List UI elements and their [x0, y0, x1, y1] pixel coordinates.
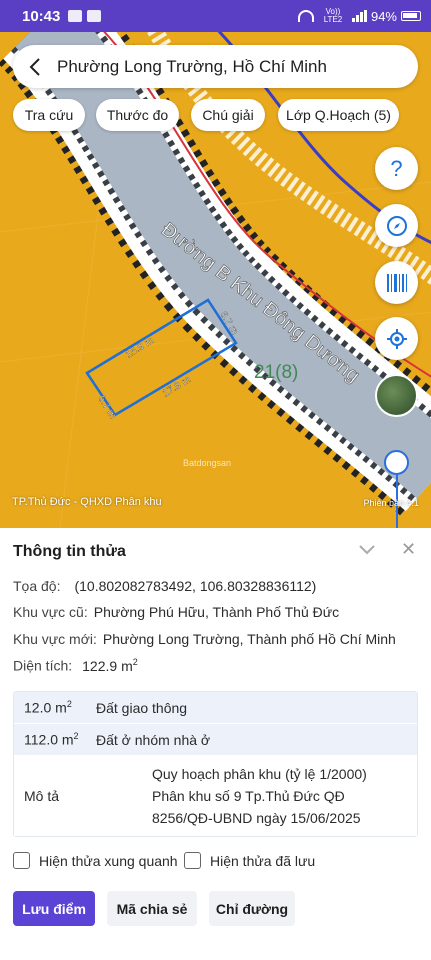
status-bar: 10:43 Vo)) LTE2 94% [0, 0, 431, 32]
chevron-down-icon[interactable] [358, 540, 376, 558]
help-button[interactable]: ? [375, 147, 418, 190]
description-row: Mô tả Quy hoạch phân khu (tỷ lệ 1/2000) … [14, 756, 417, 836]
compass-button[interactable] [375, 204, 418, 247]
show-neighbors-label: Hiện thửa xung quanh [39, 852, 178, 869]
zoning-table: 12.0 m2 Đất giao thông 112.0 m2 Đất ở nh… [13, 691, 418, 837]
signal-icon [351, 10, 367, 22]
dim-top-label: 15.9 m [124, 335, 156, 360]
barcode-icon [386, 273, 407, 292]
map-version-caption: Phiên bản 4.1 [363, 498, 419, 508]
area-value: 122.9 m [82, 657, 133, 674]
crosshair-icon [386, 328, 407, 349]
zone-type: Đất giao thông [96, 699, 188, 716]
my-location-button[interactable] [375, 317, 418, 360]
dim-left-label: 6.7 m [95, 394, 118, 421]
barcode-button[interactable] [375, 261, 418, 304]
back-arrow-icon[interactable] [13, 45, 57, 88]
road-surface [14, 32, 431, 499]
coord-row: Tọa độ: (10.802082783492, 106.80328836112… [13, 578, 316, 594]
gallery-icon [68, 10, 83, 22]
old-area-row: Khu vực cũ: Phường Phú Hữu, Thành Phố Thủ… [13, 604, 339, 620]
directions-button[interactable]: Chỉ đường [209, 891, 295, 926]
satellite-layer-toggle[interactable] [375, 374, 418, 417]
coord-label: Tọa độ: [13, 578, 61, 594]
network-label: Vo)) LTE2 [323, 7, 343, 24]
wifi-icon [297, 10, 314, 22]
new-area-value: Phường Long Trường, Thành phố Hồ Chí Min… [102, 631, 396, 647]
zone-area: 112.0 m2 [24, 731, 79, 748]
chip-legend[interactable]: Chú giải [191, 99, 265, 131]
zone-type: Đất ở nhóm nhà ở [96, 731, 211, 748]
share-code-button[interactable]: Mã chia sẻ [107, 891, 197, 926]
new-area-label: Khu vực mới: [13, 631, 97, 647]
show-neighbors-toggle[interactable]: Hiện thửa xung quanh [13, 852, 178, 869]
area-row: Diện tích: 122.9 m2 [13, 657, 138, 674]
show-neighbors-checkbox[interactable] [13, 852, 30, 869]
chip-lookup[interactable]: Tra cứu [13, 99, 85, 131]
close-icon[interactable]: ✕ [401, 539, 416, 560]
old-area-value: Phường Phú Hữu, Thành Phố Thủ Đức [93, 604, 340, 620]
zone-row: 12.0 m2 Đất giao thông [14, 692, 417, 724]
map-layer-caption: TP.Thủ Đức - QHXD Phân khu [12, 496, 162, 508]
parcel-number-label: 21(8) [254, 362, 298, 383]
battery-icon [401, 11, 421, 21]
new-area-row: Khu vực mới: Phường Long Trường, Thành ph… [13, 631, 396, 647]
location-title: Phường Long Trường, Hồ Chí Minh [57, 56, 327, 76]
show-saved-toggle[interactable]: Hiện thửa đã lưu [184, 852, 315, 869]
chip-planning-layers[interactable]: Lớp Q.Hoạch (5) [278, 99, 399, 131]
old-area-label: Khu vực cũ: [13, 604, 88, 620]
battery-percent: 94% [370, 8, 397, 24]
compass-icon [386, 215, 407, 236]
question-icon: ? [390, 155, 403, 181]
show-saved-label: Hiện thửa đã lưu [210, 852, 316, 869]
app-notification-icon [87, 10, 102, 22]
show-saved-checkbox[interactable] [184, 852, 201, 869]
area-unit-sup: 2 [132, 657, 138, 667]
coord-value: (10.802082783492, 106.80328836112) [74, 578, 317, 594]
description-text: Quy hoạch phân khu (tỷ lệ 1/2000) Phân k… [152, 766, 367, 826]
location-search-bar[interactable]: Phường Long Trường, Hồ Chí Minh [13, 45, 418, 88]
save-point-button[interactable]: Lưu điểm [13, 891, 95, 926]
zone-area: 12.0 m2 [24, 699, 72, 716]
chip-measure[interactable]: Thước đo [96, 99, 179, 131]
description-label: Mô tả [24, 788, 60, 804]
zone-row: 112.0 m2 Đất ở nhóm nhà ở [14, 724, 417, 756]
panel-title: Thông tin thửa [13, 543, 126, 560]
map-watermark: Batdongsan [183, 458, 232, 468]
status-time: 10:43 [22, 7, 61, 25]
opacity-slider-knob[interactable] [384, 450, 409, 475]
area-label: Diện tích: [13, 657, 73, 674]
